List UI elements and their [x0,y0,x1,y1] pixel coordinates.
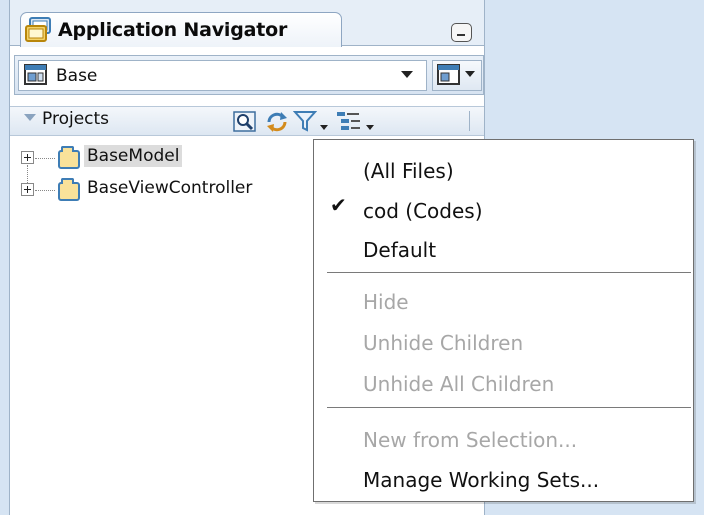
folder-icon [58,178,80,201]
chevron-down-icon[interactable] [365,117,375,130]
checkmark-icon: ✔ [330,193,347,217]
folder-icon [58,146,80,169]
filter-icon[interactable] [292,109,318,133]
tree-connector [35,158,55,159]
chevron-down-icon[interactable] [465,71,475,77]
collapse-triangle-icon[interactable] [24,114,36,121]
tree-item-baseviewcontroller[interactable]: BaseViewController [84,177,255,199]
projects-label: Projects [42,109,110,129]
menu-item-cod-codes[interactable]: cod (Codes) [363,199,483,223]
tab-title: Application Navigator [58,19,288,41]
menu-item-hide: Hide [363,290,409,314]
tree-connector [35,190,55,191]
refresh-icon[interactable] [264,110,290,134]
sort-options-icon[interactable] [336,110,362,132]
toolbar-separator [469,111,470,131]
menu-item-all-files[interactable]: (All Files) [363,159,454,183]
expand-icon[interactable] [21,151,34,164]
filter-menu: (All Files) cod (Codes) Default Hide Unh… [313,139,694,502]
minimize-icon[interactable] [451,23,472,42]
menu-item-new-from-selection: New from Selection... [363,428,578,452]
tree-item-basemodel[interactable]: BaseModel [84,145,183,167]
menu-item-manage-working-sets[interactable]: Manage Working Sets... [363,468,599,492]
expand-icon[interactable] [21,183,34,196]
menu-item-unhide-all-children: Unhide All Children [363,372,555,396]
chevron-down-icon[interactable] [401,71,413,78]
application-icon [24,64,48,86]
menu-separator [327,272,691,273]
application-navigator-icon [25,17,55,43]
application-menu-icon [437,64,461,86]
menu-item-default[interactable]: Default [363,238,436,262]
chevron-down-icon[interactable] [319,117,329,130]
application-selector-value: Base [56,66,98,86]
search-icon[interactable] [233,111,257,133]
menu-item-unhide-children: Unhide Children [363,331,524,355]
menu-separator [327,407,691,408]
